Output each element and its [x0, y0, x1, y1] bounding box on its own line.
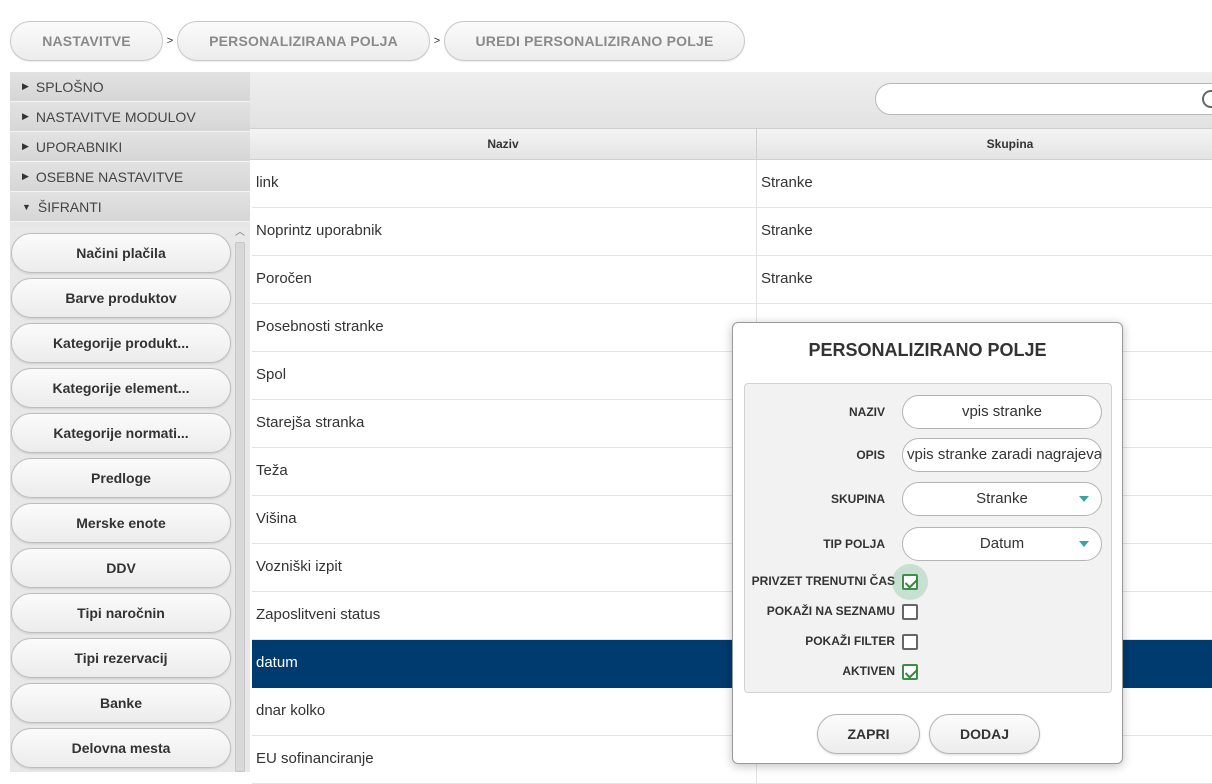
- breadcrumb: NASTAVITVE > PERSONALIZIRANA POLJA > URE…: [10, 21, 745, 61]
- cell-naziv: Poročen: [256, 270, 312, 287]
- sidebar-item-predloge[interactable]: Predloge: [11, 458, 231, 498]
- scroll-up-icon[interactable]: ︿: [234, 227, 246, 239]
- cell-naziv: Noprintz uporabnik: [256, 222, 382, 239]
- skupina-label: SKUPINA: [830, 492, 885, 506]
- tip-polja-selected-value: Datum: [979, 535, 1025, 552]
- dialog-form: NAZIV vpis stranke OPIS vpis stranke zar…: [744, 383, 1112, 693]
- sidebar-item-merske-enote[interactable]: Merske enote: [11, 503, 231, 543]
- sidebar-item-kategorije-elementov[interactable]: Kategorije element...: [11, 368, 231, 408]
- custom-field-dialog: PERSONALIZIRANO POLJE NAZIV vpis stranke…: [732, 322, 1123, 764]
- cell-naziv: Spol: [256, 366, 287, 383]
- opis-label: OPIS: [856, 448, 885, 462]
- cell-naziv: Višina: [256, 510, 297, 527]
- breadcrumb-item-personalizirana-polja[interactable]: PERSONALIZIRANA POLJA: [177, 21, 430, 61]
- column-header-naziv[interactable]: Naziv: [250, 129, 756, 159]
- dropdown-arrow-icon: [1079, 541, 1089, 547]
- add-button[interactable]: DODAJ: [929, 714, 1040, 754]
- breadcrumb-separator: >: [166, 35, 174, 47]
- table-row[interactable]: Noprintz uporabnik Stranke: [252, 208, 1212, 256]
- sidebar-item-tipi-rezervacij[interactable]: Tipi rezervacij: [11, 638, 231, 678]
- pokazi-filter-checkbox[interactable]: [902, 634, 918, 650]
- opis-field[interactable]: vpis stranke zaradi nagrajevanja: [902, 438, 1102, 472]
- sidebar-section-label: ŠIFRANTI: [37, 198, 102, 215]
- cell-naziv: Vozniški izpit: [256, 558, 342, 575]
- sidebar-section-splosno[interactable]: ▶ SPLOŠNO: [10, 72, 250, 102]
- sidebar-section-nastavitve-modulov[interactable]: ▶ NASTAVITVE MODULOV: [10, 102, 250, 132]
- dropdown-arrow-icon: [1079, 496, 1089, 502]
- skupina-select[interactable]: Stranke: [902, 482, 1102, 516]
- triangle-down-icon: ▼: [22, 201, 31, 212]
- cell-naziv: Starejša stranka: [256, 414, 365, 431]
- search-icon[interactable]: [1202, 90, 1212, 108]
- cell-skupina: Stranke: [761, 174, 813, 191]
- sidebar-item-barve-produktov[interactable]: Barve produktov: [11, 278, 231, 318]
- table-header: Naziv Skupina: [250, 129, 1212, 160]
- close-button[interactable]: ZAPRI: [817, 714, 920, 754]
- breadcrumb-separator: >: [433, 35, 441, 47]
- tip-polja-select[interactable]: Datum: [902, 527, 1102, 561]
- cell-naziv: Posebnosti stranke: [256, 318, 384, 335]
- aktiven-label: AKTIVEN: [842, 664, 895, 678]
- triangle-right-icon: ▶: [22, 141, 29, 151]
- cell-naziv: EU sofinanciranje: [256, 750, 374, 767]
- sidebar-item-kategorije-normativov[interactable]: Kategorije normati...: [11, 413, 231, 453]
- table-toolbar: [250, 72, 1212, 129]
- sidebar-item-ddv[interactable]: DDV: [11, 548, 231, 588]
- sidebar-section-label: NASTAVITVE MODULOV: [35, 108, 196, 125]
- breadcrumb-item-nastavitve[interactable]: NASTAVITVE: [10, 21, 163, 61]
- cell-naziv: dnar kolko: [256, 702, 326, 719]
- aktiven-checkbox[interactable]: [902, 664, 918, 680]
- sidebar-item-banke[interactable]: Banke: [11, 683, 231, 723]
- triangle-right-icon: ▶: [22, 111, 29, 121]
- pokazi-filter-label: POKAŽI FILTER: [805, 634, 895, 648]
- table-row[interactable]: Poročen Stranke: [252, 256, 1212, 304]
- sidebar-item-delovna-mesta[interactable]: Delovna mesta: [11, 728, 231, 768]
- cell-naziv: Teža: [256, 462, 288, 479]
- sidebar-section-sifranti[interactable]: ▼ ŠIFRANTI: [10, 192, 250, 222]
- privzet-trenutni-cas-checkbox[interactable]: [902, 574, 918, 590]
- naziv-field[interactable]: vpis stranke: [902, 395, 1102, 429]
- sidebar-section-uporabniki[interactable]: ▶ UPORABNIKI: [10, 132, 250, 162]
- cell-skupina: Stranke: [761, 270, 813, 287]
- breadcrumb-item-uredi-personalizirano-polje[interactable]: UREDI PERSONALIZIRANO POLJE: [444, 21, 745, 61]
- table-row[interactable]: link Stranke: [252, 160, 1212, 208]
- pokazi-na-seznamu-label: POKAŽI NA SEZNAMU: [766, 604, 895, 618]
- privzet-trenutni-cas-label: PRIVZET TRENUTNI ČAS: [751, 574, 895, 588]
- sidebar-item-nacini-placila[interactable]: Načini plačila: [11, 233, 231, 273]
- triangle-right-icon: ▶: [22, 81, 29, 91]
- sidebar-scrollbar[interactable]: [235, 242, 245, 772]
- pokazi-na-seznamu-checkbox[interactable]: [902, 604, 918, 620]
- sidebar-item-tipi-narocnin[interactable]: Tipi naročnin: [11, 593, 231, 633]
- naziv-label: NAZIV: [849, 405, 885, 419]
- cell-naziv: link: [256, 174, 279, 191]
- cell-skupina: Stranke: [761, 222, 813, 239]
- tip-polja-label: TIP POLJA: [823, 537, 885, 551]
- column-header-skupina[interactable]: Skupina: [757, 129, 1212, 159]
- sifranti-list: Načini plačila Barve produktov Kategorij…: [10, 227, 250, 772]
- cell-naziv: Zaposlitveni status: [256, 606, 381, 623]
- sidebar: ▶ SPLOŠNO ▶ NASTAVITVE MODULOV ▶ UPORABNIKI…: [10, 72, 250, 772]
- triangle-right-icon: ▶: [22, 171, 29, 181]
- sidebar-section-label: OSEBNE NASTAVITVE: [35, 168, 184, 185]
- skupina-selected-value: Stranke: [976, 490, 1028, 507]
- sidebar-item-kategorije-produktov[interactable]: Kategorije produkt...: [11, 323, 231, 363]
- cell-naziv: datum: [256, 654, 298, 671]
- search-input[interactable]: [875, 83, 1212, 115]
- sidebar-section-label: UPORABNIKI: [35, 138, 123, 155]
- dialog-title: PERSONALIZIRANO POLJE: [808, 340, 1047, 360]
- sidebar-section-osebne-nastavitve[interactable]: ▶ OSEBNE NASTAVITVE: [10, 162, 250, 192]
- sidebar-section-label: SPLOŠNO: [35, 78, 104, 95]
